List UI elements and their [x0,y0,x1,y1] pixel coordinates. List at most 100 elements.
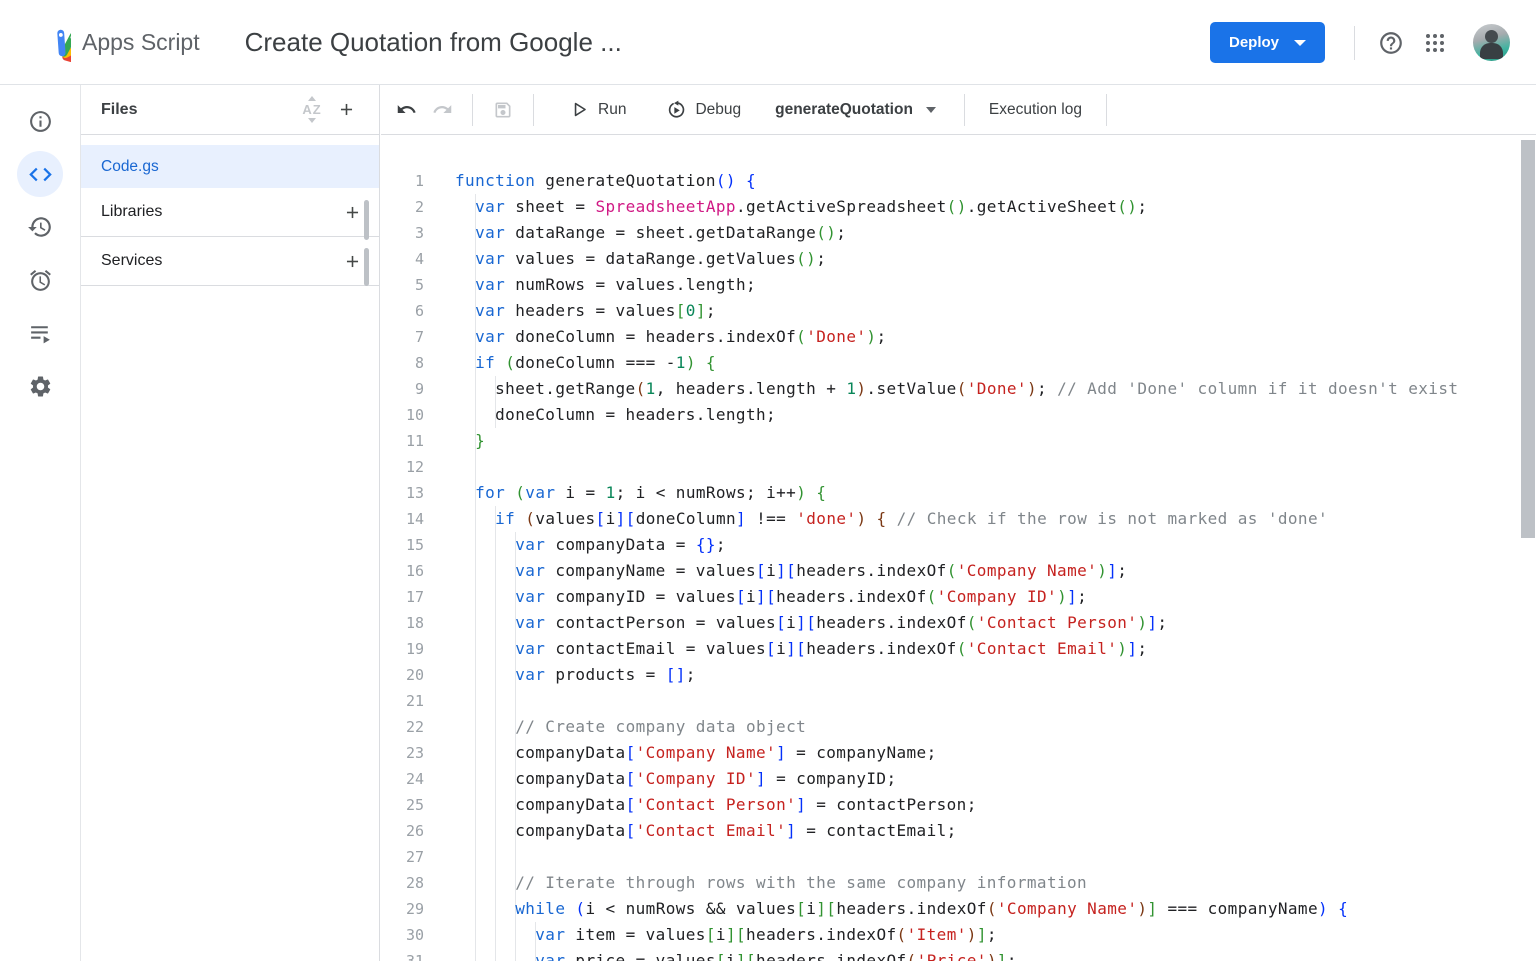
code-line[interactable]: 8 if (doneColumn === -1) { [381,350,1536,376]
line-number: 3 [381,220,424,246]
apps-script-logo[interactable]: Apps Script [33,22,200,62]
user-avatar[interactable] [1473,24,1510,61]
project-title[interactable]: Create Quotation from Google ... [245,27,622,58]
undo-icon [396,99,417,120]
line-number: 12 [381,454,424,480]
apps-grid-button[interactable] [1413,21,1457,65]
code-line[interactable]: 11 } [381,428,1536,454]
code-line[interactable]: 16 var companyName = values[i][headers.i… [381,558,1536,584]
header-actions: Deploy [1210,0,1536,85]
plus-icon [337,100,356,119]
rail-editor-button[interactable] [0,152,80,196]
code-line[interactable]: 31 var price = values[i][headers.indexOf… [381,948,1536,961]
sort-files-button[interactable]: AZ [295,93,329,127]
services-section[interactable]: Services [81,237,379,286]
code-line[interactable]: 5 var numRows = values.length; [381,272,1536,298]
run-button-label: Run [598,101,626,119]
run-icon [570,100,589,119]
line-number: 30 [381,922,424,948]
deploy-button[interactable]: Deploy [1210,22,1325,63]
function-selector[interactable]: generateQuotation [763,95,948,125]
rail-triggers-button[interactable] [0,258,80,302]
execution-log-label: Execution log [989,101,1082,119]
avatar-photo [1485,30,1498,43]
code-line[interactable]: 18 var contactPerson = values[i][headers… [381,610,1536,636]
editor-scrollbar[interactable] [1521,140,1535,538]
header-divider [1354,26,1355,60]
toolbar-divider [964,94,965,126]
code-line[interactable]: 6 var headers = values[0]; [381,298,1536,324]
files-panel-header: Files AZ [81,85,379,135]
add-file-button[interactable] [329,93,363,127]
debug-button-label: Debug [695,101,741,119]
code-line[interactable]: 17 var companyID = values[i][headers.ind… [381,584,1536,610]
line-number: 19 [381,636,424,662]
info-icon [28,109,53,134]
line-number: 4 [381,246,424,272]
line-number: 7 [381,324,424,350]
panel-scrollbar[interactable] [364,200,369,240]
panel-scrollbar[interactable] [364,248,369,286]
editor-pane: Run Debug generateQuotation Execution lo… [381,85,1536,961]
chevron-down-icon [926,107,936,113]
code-line[interactable]: 26 companyData['Contact Email'] = contac… [381,818,1536,844]
redo-button[interactable] [424,92,460,128]
rail-settings-button[interactable] [0,364,80,408]
code-line[interactable]: 27 [381,844,1536,870]
chevron-down-icon [1294,40,1306,46]
code-line[interactable]: 4 var values = dataRange.getValues(); [381,246,1536,272]
help-button[interactable] [1369,21,1413,65]
code-line[interactable]: 12 [381,454,1536,480]
toolbar-divider [533,94,534,126]
run-button[interactable]: Run [558,94,638,125]
rail-overview-button[interactable] [0,99,80,143]
execution-log-button[interactable]: Execution log [977,95,1094,125]
undo-button[interactable] [388,92,424,128]
toolbar-divider [1106,94,1107,126]
plus-icon [343,252,362,271]
code-line[interactable]: 24 companyData['Company ID'] = companyID… [381,766,1536,792]
code-line[interactable]: 2 var sheet = SpreadsheetApp.getActiveSp… [381,194,1536,220]
save-button[interactable] [485,92,521,128]
editor-toolbar: Run Debug generateQuotation Execution lo… [381,85,1536,135]
rail-project-history-button[interactable] [0,205,80,249]
code-line[interactable]: 23 companyData['Company Name'] = company… [381,740,1536,766]
line-number: 1 [381,168,424,194]
code-line[interactable]: 15 var companyData = {}; [381,532,1536,558]
code-line[interactable]: 1function generateQuotation() { [381,168,1536,194]
help-icon [1378,30,1404,56]
deploy-button-label: Deploy [1229,34,1279,51]
code-line[interactable]: 3 var dataRange = sheet.getDataRange(); [381,220,1536,246]
code-line[interactable]: 22 // Create company data object [381,714,1536,740]
file-name: Code.gs [101,158,159,176]
line-number: 9 [381,376,424,402]
code-line[interactable]: 21 [381,688,1536,714]
files-panel: Files AZ Code.gs Libraries Services [80,85,380,961]
line-number: 31 [381,948,424,961]
apps-script-window: Apps Script Create Quotation from Google… [0,0,1536,961]
debug-button[interactable]: Debug [654,94,753,126]
code-line[interactable]: 25 companyData['Contact Person'] = conta… [381,792,1536,818]
code-line[interactable]: 19 var contactEmail = values[i][headers.… [381,636,1536,662]
code-editor[interactable]: 1function generateQuotation() {2 var she… [381,136,1536,961]
redo-icon [432,99,453,120]
line-number: 8 [381,350,424,376]
rail-executions-button[interactable] [0,311,80,355]
code-line[interactable]: 10 doneColumn = headers.length; [381,402,1536,428]
line-number: 11 [381,428,424,454]
top-header: Apps Script Create Quotation from Google… [0,0,1536,85]
libraries-section[interactable]: Libraries [81,188,379,237]
alarm-icon [28,268,53,293]
code-line[interactable]: 14 if (values[i][doneColumn] !== 'done')… [381,506,1536,532]
code-line[interactable]: 29 while (i < numRows && values[i][heade… [381,896,1536,922]
toolbar-divider [472,94,473,126]
code-line[interactable]: 7 var doneColumn = headers.indexOf('Done… [381,324,1536,350]
code-line[interactable]: 28 // Iterate through rows with the same… [381,870,1536,896]
code-line[interactable]: 13 for (var i = 1; i < numRows; i++) { [381,480,1536,506]
line-number: 16 [381,558,424,584]
line-number: 27 [381,844,424,870]
file-item-code-gs[interactable]: Code.gs [81,145,379,188]
code-line[interactable]: 9 sheet.getRange(1, headers.length + 1).… [381,376,1536,402]
code-line[interactable]: 30 var item = values[i][headers.indexOf(… [381,922,1536,948]
code-line[interactable]: 20 var products = []; [381,662,1536,688]
